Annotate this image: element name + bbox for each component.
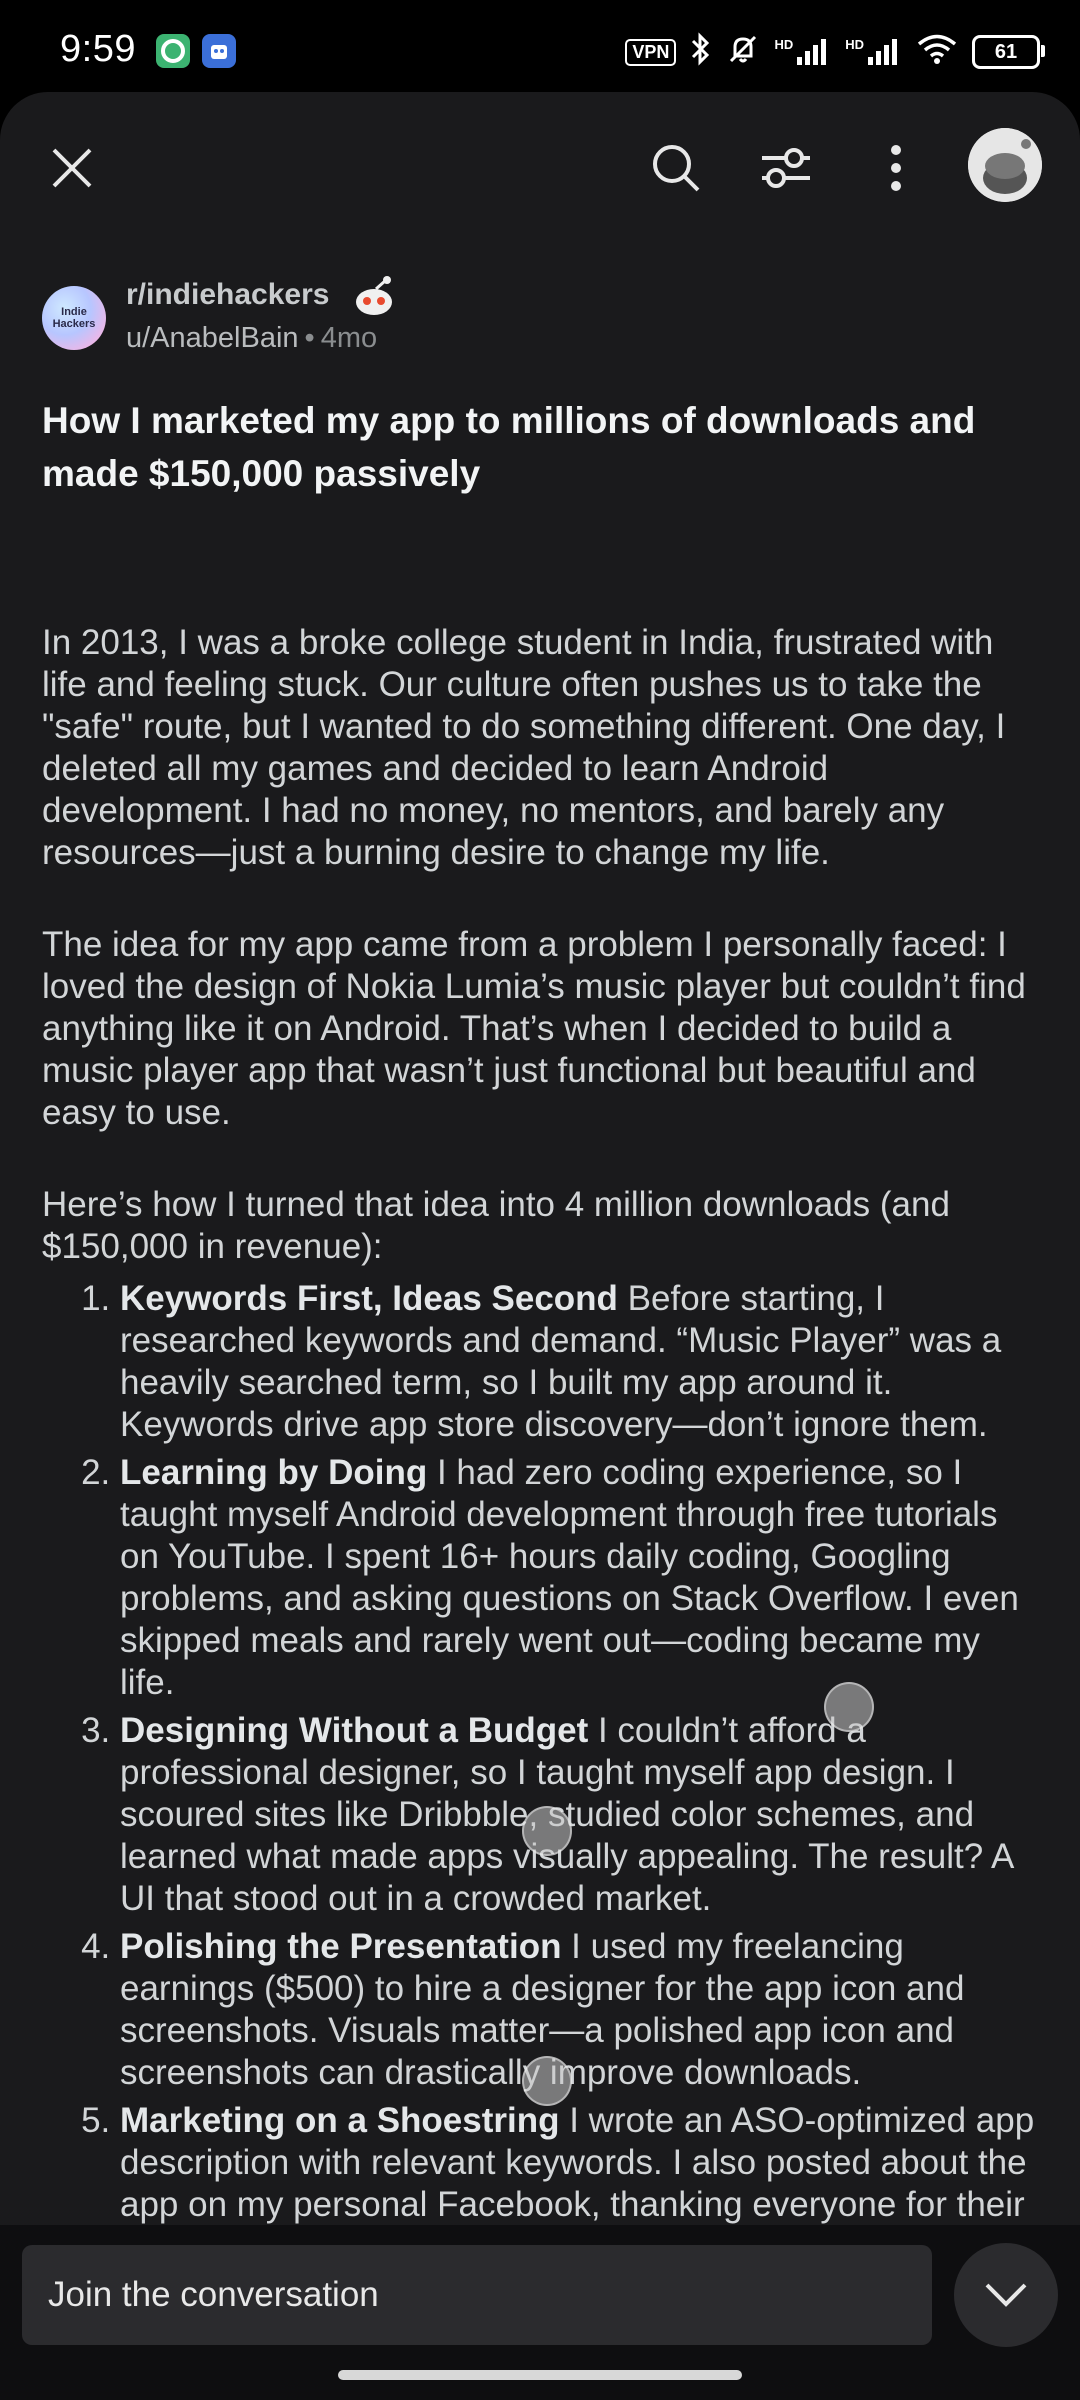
close-icon	[52, 148, 92, 188]
more-icon	[891, 145, 901, 191]
post-sheet: Indie Hackers r/indiehackers u/AnabelBai…	[0, 92, 1080, 2400]
subreddit-name[interactable]: r/indiehackers	[126, 278, 329, 312]
list-item-heading: Designing Without a Budget	[120, 1711, 589, 1750]
notification-app-icon-2	[202, 34, 236, 68]
status-time: 9:59	[60, 28, 136, 70]
notification-app-icon	[156, 34, 190, 68]
list-item: Keywords First, Ideas Second Before star…	[120, 1278, 1042, 1446]
post-scroll-area[interactable]: Indie Hackers r/indiehackers u/AnabelBai…	[0, 92, 1080, 2317]
separator-dot: •	[304, 322, 315, 354]
home-indicator[interactable]	[338, 2370, 742, 2380]
subreddit-avatar[interactable]: Indie Hackers	[42, 286, 106, 350]
sort-filter-button[interactable]	[754, 136, 818, 200]
body-paragraph: The idea for my app came from a problem …	[42, 925, 1026, 1132]
body-paragraph: Here’s how I turned that idea into 4 mil…	[42, 1185, 950, 1266]
touch-indicator	[824, 1682, 874, 1732]
signal-label-2: HD	[845, 37, 864, 52]
vpn-icon: VPN	[625, 38, 677, 66]
signal-icon: HD	[774, 37, 831, 67]
list-item-heading: Keywords First, Ideas Second	[120, 1279, 618, 1318]
join-conversation-input[interactable]: Join the conversation	[22, 2245, 932, 2345]
list-item-heading: Polishing the Presentation	[120, 1927, 562, 1966]
mute-icon	[726, 32, 760, 72]
collapse-button[interactable]	[954, 2243, 1058, 2347]
chevron-down-icon	[985, 2283, 1027, 2307]
touch-indicator	[522, 1806, 572, 1856]
snoo-avatar-icon	[968, 128, 1042, 202]
reddit-mascot-icon	[350, 272, 398, 320]
post-meta: u/AnabelBain • 4mo	[126, 322, 377, 355]
bluetooth-icon	[690, 32, 712, 72]
post-age: 4mo	[320, 322, 378, 354]
user-avatar[interactable]	[968, 128, 1042, 202]
author-name[interactable]: u/AnabelBain	[126, 322, 299, 354]
filter-icon	[762, 148, 810, 188]
touch-indicator	[522, 2056, 572, 2106]
battery-icon: 61	[972, 35, 1045, 69]
body-paragraph: In 2013, I was a broke college student i…	[42, 623, 1006, 872]
signal-label: HD	[774, 37, 794, 52]
more-options-button[interactable]	[864, 136, 928, 200]
list-item-heading: Marketing on a Shoestring	[120, 2101, 560, 2140]
steps-list: Keywords First, Ideas Second Before star…	[42, 1278, 1042, 2310]
search-icon	[653, 145, 700, 192]
status-icons: VPN HD HD 61	[625, 30, 1045, 74]
wifi-icon	[916, 32, 958, 72]
signal-icon-2: HD	[845, 37, 902, 67]
search-button[interactable]	[644, 136, 708, 200]
status-bar: 9:59 VPN HD HD 61	[0, 0, 1080, 92]
list-item-heading: Learning by Doing	[120, 1453, 428, 1492]
post-title: How I marketed my app to millions of dow…	[42, 400, 976, 494]
list-item: Designing Without a Budget I couldn’t af…	[120, 1710, 1042, 1920]
list-item: Learning by Doing I had zero coding expe…	[120, 1452, 1042, 1704]
list-item: Polishing the Presentation I used my fre…	[120, 1926, 1042, 2094]
close-button[interactable]	[40, 136, 104, 200]
